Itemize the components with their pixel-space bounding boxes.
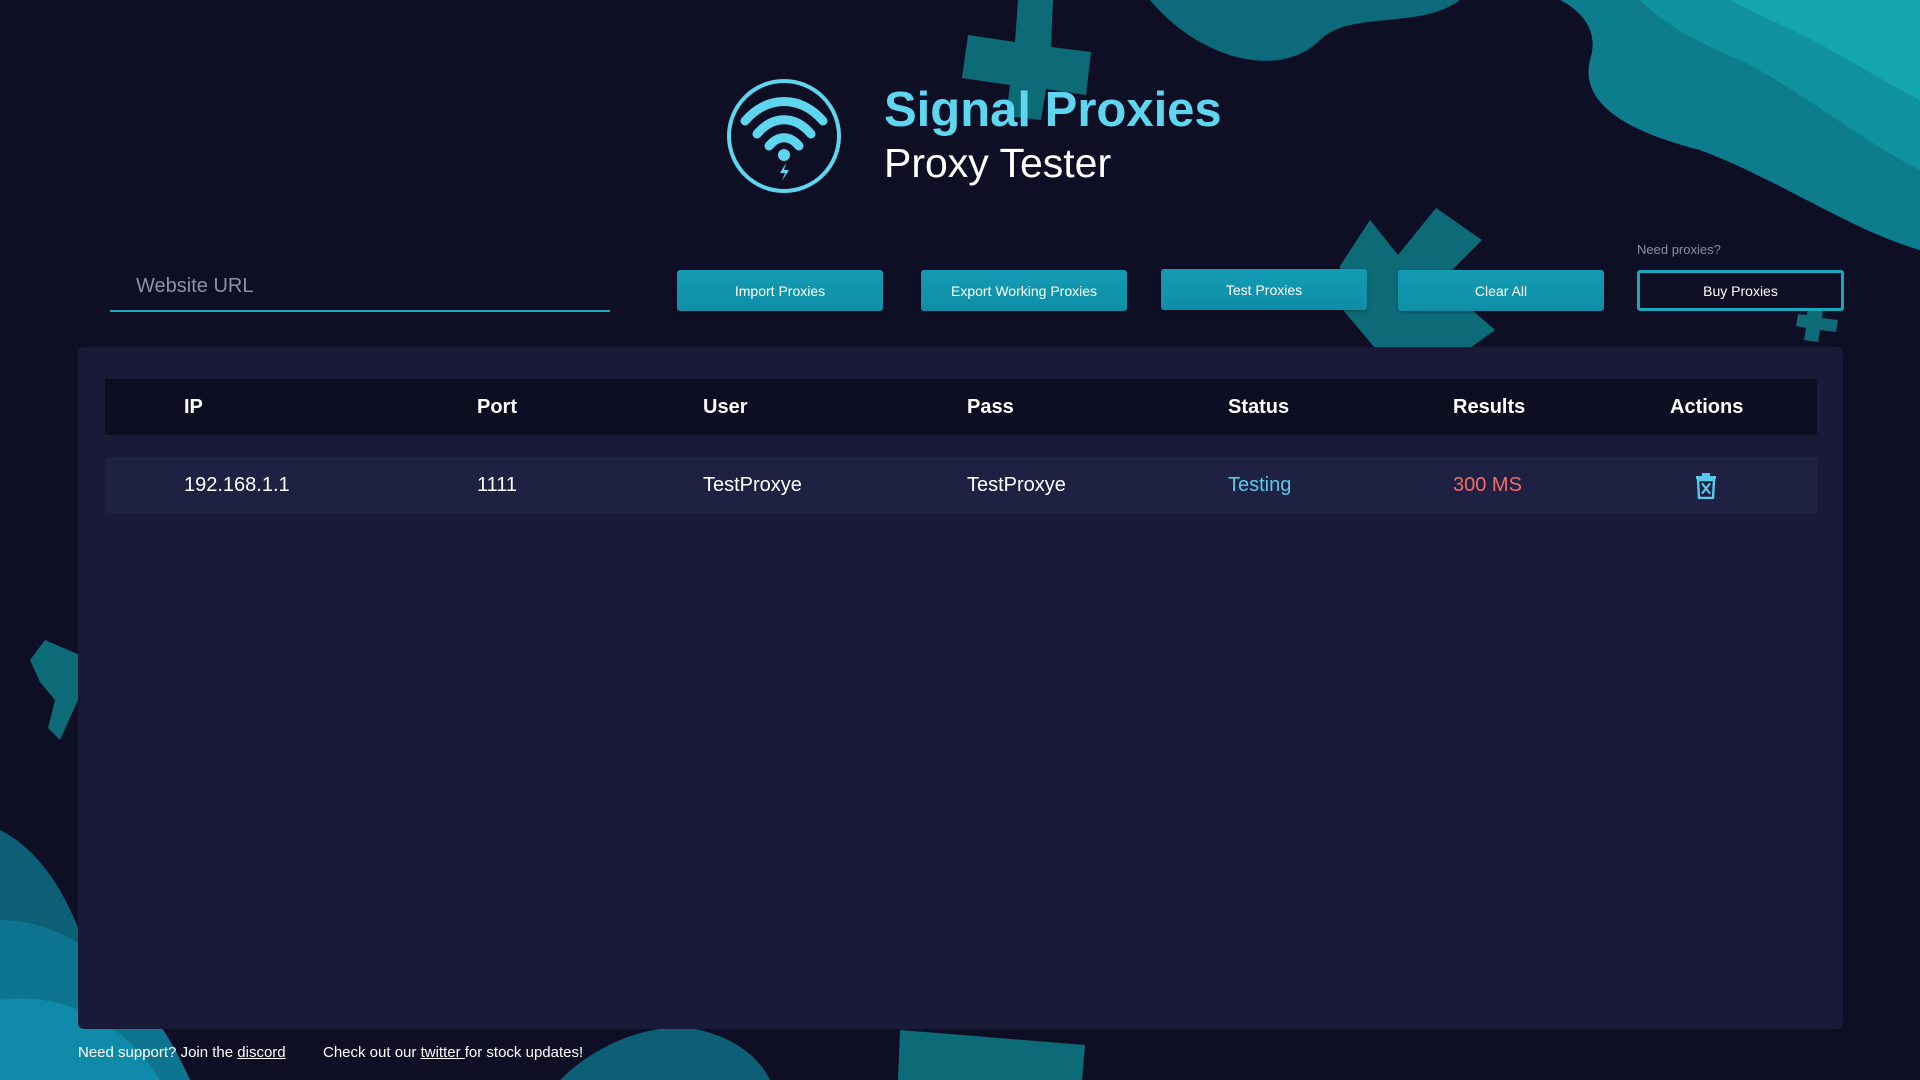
table-row: 192.168.1.1 1111 TestProxye TestProxye T… (105, 457, 1817, 513)
column-header-user: User (703, 395, 748, 418)
trash-icon[interactable] (1695, 473, 1717, 499)
buy-proxies-button[interactable]: Buy Proxies (1637, 270, 1844, 311)
test-proxies-button[interactable]: Test Proxies (1161, 269, 1367, 310)
footer-twitter-text: Check out our (323, 1044, 421, 1061)
column-header-results: Results (1453, 395, 1526, 418)
cell-pass: TestProxye (967, 473, 1066, 496)
cell-user: TestProxye (703, 473, 802, 496)
wifi-bolt-icon (727, 79, 841, 193)
proxy-table-panel (78, 347, 1843, 1029)
page-title: Proxy Tester (884, 140, 1112, 186)
need-proxies-label: Need proxies? (1637, 242, 1721, 257)
import-proxies-button[interactable]: Import Proxies (677, 270, 883, 311)
cell-result: 300 MS (1453, 473, 1522, 496)
column-header-port: Port (477, 395, 517, 418)
clear-all-button[interactable]: Clear All (1398, 270, 1604, 311)
column-header-status: Status (1228, 395, 1290, 418)
brand-title: Signal Proxies (884, 83, 1222, 137)
website-url-input[interactable] (110, 266, 610, 306)
cell-port: 1111 (477, 473, 518, 496)
discord-link[interactable]: discord (237, 1044, 285, 1061)
footer-twitter: Check out our twitter for stock updates! (323, 1044, 583, 1061)
cell-status: Testing (1228, 473, 1292, 496)
footer-support-text: Need support? Join the (78, 1044, 238, 1061)
column-header-actions: Actions (1670, 395, 1744, 418)
website-url-field (110, 266, 610, 312)
export-working-proxies-button[interactable]: Export Working Proxies (921, 270, 1127, 311)
twitter-link[interactable]: twitter (421, 1044, 465, 1061)
column-header-ip: IP (184, 395, 203, 418)
footer-support: Need support? Join the discord (78, 1044, 286, 1061)
column-header-pass: Pass (967, 395, 1014, 418)
footer-twitter-suffix: for stock updates! (464, 1044, 584, 1061)
brand-logo (725, 77, 843, 195)
table-header: IP Port User Pass Status Results Actions (105, 379, 1817, 435)
cell-ip: 192.168.1.1 (184, 473, 290, 496)
